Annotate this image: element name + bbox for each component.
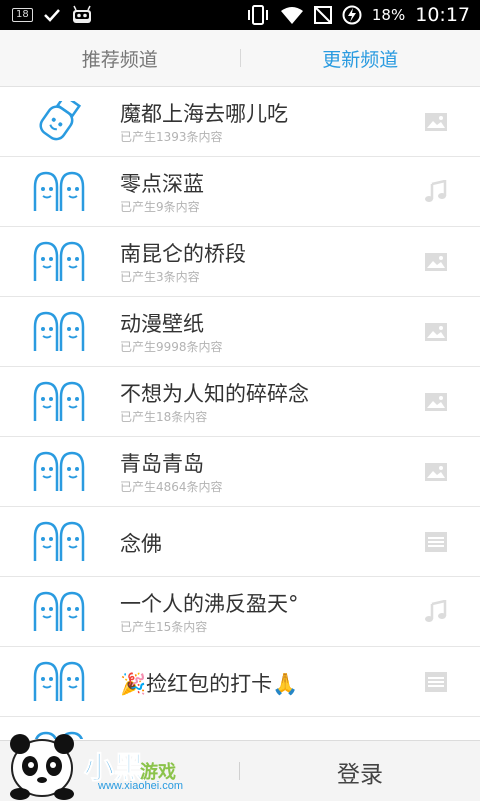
check-icon (43, 7, 61, 23)
channel-title: 青岛青岛 (120, 448, 204, 478)
image-icon (424, 460, 448, 484)
channel-title: 魔都上海去哪儿吃 (120, 98, 288, 128)
tab-updated[interactable]: 更新频道 (241, 45, 480, 72)
channel-title: 念佛 (120, 528, 162, 558)
channel-tabs: 推荐频道 更新频道 (0, 30, 480, 87)
ghost-avatar-icon (32, 381, 86, 421)
ghost-avatar-icon (32, 451, 86, 491)
channel-title: 不想为人知的碎碎念 (120, 378, 309, 408)
ghost-avatar-icon (32, 171, 86, 211)
vibrate-icon (246, 5, 270, 25)
channel-count: 已产生3条内容 (120, 268, 200, 285)
channel-row[interactable]: 南昆仑的桥段 已产生3条内容 (0, 227, 480, 297)
channel-row[interactable]: 零点深蓝 已产生9条内容 (0, 157, 480, 227)
tab-recommended[interactable]: 推荐频道 (0, 45, 240, 72)
channel-count: 已产生4864条内容 (120, 478, 223, 495)
ghost-avatar-icon (32, 311, 86, 351)
music-icon (424, 180, 448, 204)
ghost-avatar-icon (32, 591, 86, 631)
channel-count: 已产生1393条内容 (120, 128, 223, 145)
channel-row[interactable]: 魔都上海去哪儿吃 已产生1393条内容 (0, 87, 480, 157)
watermark-url: www.xiaohei.com (98, 780, 183, 792)
channel-row[interactable]: 动漫壁纸 已产生9998条内容 (0, 297, 480, 367)
channel-count: 已产生9998条内容 (120, 338, 223, 355)
list-icon (424, 670, 448, 694)
clock: 10:17 (415, 4, 470, 26)
login-button[interactable]: 登录 (300, 755, 420, 789)
battery-percent: 18% (372, 6, 405, 24)
channel-title: 动漫壁纸 (120, 308, 204, 338)
channel-row[interactable]: 青岛青岛 已产生4864条内容 (0, 437, 480, 507)
channel-count: 已产生15条内容 (120, 618, 207, 635)
ghost-avatar-icon (32, 521, 86, 561)
image-icon (424, 320, 448, 344)
notification-count-badge: 18 (12, 8, 33, 22)
image-icon (424, 250, 448, 274)
ghost-avatar-icon (32, 241, 86, 281)
channel-count: 已产生18条内容 (120, 408, 207, 425)
robot-icon (71, 5, 93, 25)
channel-row[interactable]: 🎉捡红包的打卡🙏 (0, 647, 480, 717)
channel-list: 魔都上海去哪儿吃 已产生1393条内容 零点深蓝 已产生9条内容 南昆仑的桥段 … (0, 87, 480, 739)
bottom-divider (239, 762, 240, 780)
music-icon (424, 600, 448, 624)
charging-icon (342, 5, 362, 25)
channel-title: 零点深蓝 (120, 168, 204, 198)
channel-row[interactable]: 一个人的沸反盈天° 已产生15条内容 (0, 577, 480, 647)
channel-count: 已产生9条内容 (120, 198, 200, 215)
usb-drive-avatar-icon (32, 101, 86, 141)
no-signal-icon (314, 6, 332, 24)
image-icon (424, 110, 448, 134)
channel-row[interactable]: 不想为人知的碎碎念 已产生18条内容 (0, 367, 480, 437)
channel-title: 一个人的沸反盈天° (120, 588, 299, 618)
channel-title: 南昆仑的桥段 (120, 238, 246, 268)
status-bar: 18 18% 10:17 (0, 0, 480, 30)
wifi-icon (280, 6, 304, 24)
list-icon (424, 530, 448, 554)
channel-title: 🎉捡红包的打卡🙏 (120, 668, 298, 698)
ghost-avatar-icon (32, 661, 86, 701)
image-icon (424, 390, 448, 414)
channel-row[interactable]: 念佛 (0, 507, 480, 577)
